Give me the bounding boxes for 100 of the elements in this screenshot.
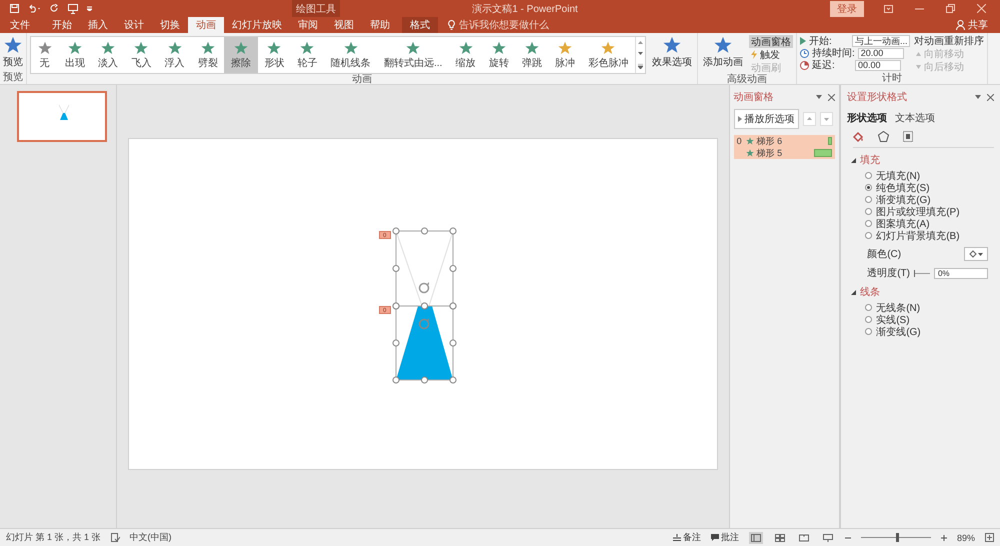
- radio-option[interactable]: 实线(S): [865, 314, 994, 325]
- ribbon-tab[interactable]: 幻灯片放映: [224, 17, 290, 33]
- ribbon-tab[interactable]: 插入: [80, 17, 116, 33]
- radio-button[interactable]: [865, 172, 872, 179]
- radio-option[interactable]: 无线条(N): [865, 302, 994, 313]
- animation-list-item[interactable]: 0 梯形 6: [734, 135, 836, 147]
- animation-option[interactable]: 形状: [258, 37, 291, 73]
- share-button[interactable]: 共享: [968, 18, 988, 32]
- radio-button[interactable]: [865, 316, 872, 323]
- redo-icon[interactable]: [50, 4, 59, 13]
- slide-sorter-icon[interactable]: [772, 532, 787, 544]
- radio-option[interactable]: 图片或纹理填充(P): [865, 206, 994, 217]
- close-icon[interactable]: [986, 94, 994, 100]
- radio-button[interactable]: [865, 304, 872, 311]
- format-tab[interactable]: 文本选项: [895, 111, 936, 125]
- caret-icon[interactable]: [974, 95, 981, 99]
- duration-field[interactable]: 20.00: [858, 48, 904, 58]
- radio-option[interactable]: 渐变线(G): [865, 326, 994, 337]
- more-icon[interactable]: [638, 64, 644, 69]
- add-animation-button[interactable]: 添加动画: [701, 35, 745, 70]
- rotate-handle-icon[interactable]: [418, 318, 429, 330]
- animation-pane-button[interactable]: 动画窗格: [749, 35, 793, 48]
- notes-button[interactable]: 备注: [672, 531, 701, 544]
- radio-button[interactable]: [865, 196, 872, 203]
- animation-option[interactable]: 出现: [58, 37, 92, 73]
- transparency-label: 透明度(T): [867, 266, 910, 280]
- radio-button[interactable]: [865, 232, 872, 239]
- reading-view-icon[interactable]: [796, 532, 811, 544]
- ribbon-tab[interactable]: 开始: [44, 17, 80, 33]
- save-icon[interactable]: [10, 4, 19, 13]
- animation-option[interactable]: 飞入: [124, 37, 158, 73]
- fit-slide-icon[interactable]: [985, 533, 994, 542]
- close-icon[interactable]: [828, 94, 836, 100]
- radio-option[interactable]: 纯色填充(S): [865, 182, 994, 193]
- radio-option[interactable]: 无填充(N): [865, 170, 994, 181]
- ribbon-tab[interactable]: 动画: [188, 17, 224, 33]
- radio-button[interactable]: [865, 220, 872, 227]
- section-header[interactable]: 填充: [851, 153, 994, 167]
- caret-icon[interactable]: [816, 95, 822, 99]
- ribbon-tab[interactable]: 审阅: [290, 17, 326, 33]
- color-picker-button[interactable]: [964, 247, 988, 261]
- radio-option[interactable]: 幻灯片背景填充(B): [865, 230, 994, 241]
- ribbon-tab[interactable]: 文件: [2, 17, 38, 33]
- tell-me-field[interactable]: 告诉我你想要做什么: [459, 18, 549, 32]
- effect-options-button[interactable]: 效果选项: [650, 35, 694, 70]
- ribbon-tab[interactable]: 切换: [152, 17, 188, 33]
- ribbon-display-icon[interactable]: [884, 4, 893, 12]
- scroll-down-icon[interactable]: [638, 52, 644, 56]
- trigger-button[interactable]: 触发: [749, 48, 793, 61]
- section-header[interactable]: 线条: [851, 285, 994, 299]
- radio-option[interactable]: 渐变填充(G): [865, 194, 994, 205]
- radio-button[interactable]: [865, 328, 872, 335]
- slide-count: 幻灯片 第 1 张，共 1 张: [6, 531, 101, 544]
- comments-button[interactable]: 批注: [710, 531, 739, 544]
- ribbon-tab[interactable]: 视图: [326, 17, 362, 33]
- normal-view-icon[interactable]: [748, 532, 763, 544]
- zoom-out-icon[interactable]: [844, 534, 851, 540]
- pentagon-icon[interactable]: [878, 131, 890, 142]
- scroll-up-icon[interactable]: [638, 41, 644, 44]
- animation-option[interactable]: 随机线条: [324, 37, 378, 73]
- customize-icon[interactable]: [87, 6, 92, 11]
- zoom-slider-thumb[interactable]: [896, 533, 899, 542]
- animation-option[interactable]: 淡入: [91, 37, 125, 73]
- ribbon-tab[interactable]: 格式: [402, 17, 438, 33]
- ribbon-tab[interactable]: 设计: [116, 17, 152, 33]
- undo-icon[interactable]: [28, 4, 41, 13]
- language-label[interactable]: 中文(中国): [130, 531, 172, 544]
- animation-option[interactable]: 轮子: [290, 37, 324, 73]
- start-dropdown[interactable]: 与上一动画...: [852, 35, 910, 47]
- play-selected-button[interactable]: 播放所选项: [734, 109, 799, 129]
- zoom-level[interactable]: 89%: [956, 532, 975, 542]
- rotate-handle-icon[interactable]: [418, 282, 429, 294]
- delay-field[interactable]: 00.00: [855, 60, 901, 70]
- transparency-field[interactable]: 0%: [934, 268, 988, 278]
- animation-option[interactable]: 脉冲: [548, 37, 582, 73]
- minimize-icon[interactable]: [915, 8, 924, 10]
- animation-option[interactable]: 无: [31, 37, 58, 73]
- radio-button[interactable]: [865, 208, 872, 215]
- animation-option[interactable]: 翻转式由远...: [377, 37, 449, 73]
- presentation-icon[interactable]: [68, 4, 78, 14]
- star-icon: [38, 40, 52, 54]
- zoom-in-icon[interactable]: [940, 534, 947, 540]
- animation-list-item[interactable]: 梯形 5: [734, 147, 836, 159]
- animation-option[interactable]: 弹跳: [515, 37, 549, 73]
- star-icon: [525, 40, 539, 54]
- animation-option[interactable]: 缩放: [448, 37, 482, 73]
- animation-option[interactable]: 彩色脉冲: [582, 37, 636, 73]
- slide-thumbnail[interactable]: [17, 91, 107, 142]
- size-icon[interactable]: [903, 131, 914, 142]
- animation-option[interactable]: 浮入: [158, 37, 192, 73]
- ribbon-tab[interactable]: 帮助: [362, 17, 398, 33]
- radio-option[interactable]: 图案填充(A): [865, 218, 994, 229]
- spell-check-icon[interactable]: [110, 533, 120, 542]
- animation-option[interactable]: 擦除: [224, 37, 258, 73]
- radio-button[interactable]: [865, 184, 872, 191]
- restore-icon[interactable]: [946, 4, 955, 13]
- animation-option[interactable]: 旋转: [482, 37, 516, 73]
- preview-button[interactable]: 预览: [1, 35, 25, 70]
- format-tab[interactable]: 形状选项: [847, 111, 888, 125]
- animation-option[interactable]: 劈裂: [191, 37, 224, 73]
